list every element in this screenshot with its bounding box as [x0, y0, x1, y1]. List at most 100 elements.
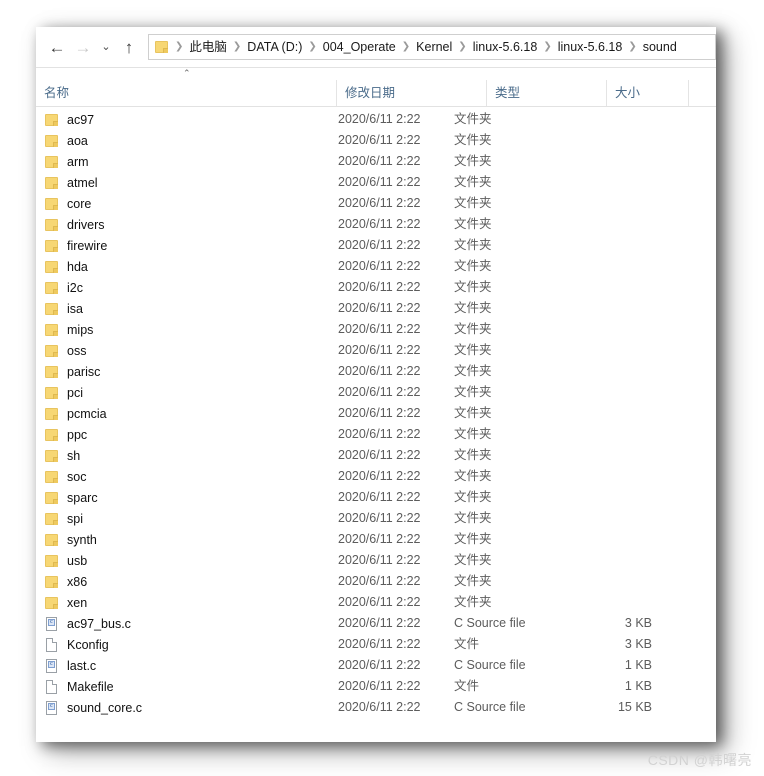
file-name-cell[interactable]: core: [44, 193, 91, 214]
column-header-5[interactable]: [688, 80, 716, 106]
file-name-cell[interactable]: atmel: [44, 172, 98, 193]
file-date-cell: 2020/6/11 2:22: [338, 553, 421, 567]
file-list-row[interactable]: sh 2020/6/11 2:22 文件夹: [36, 445, 716, 466]
file-name-label: i2c: [67, 280, 83, 295]
file-name-cell[interactable]: parisc: [44, 361, 100, 382]
file-list-row[interactable]: xen 2020/6/11 2:22 文件夹: [36, 592, 716, 613]
file-name-cell[interactable]: sh: [44, 445, 80, 466]
file-name-cell[interactable]: pci: [44, 382, 83, 403]
file-name-cell[interactable]: synth: [44, 529, 97, 550]
file-name-label: hda: [67, 259, 88, 274]
back-button[interactable]: ←: [44, 34, 70, 60]
file-list-row[interactable]: pcmcia 2020/6/11 2:22 文件夹: [36, 403, 716, 424]
up-button[interactable]: ↑: [116, 34, 142, 60]
file-name-cell[interactable]: sparc: [44, 487, 98, 508]
file-list-row[interactable]: x86 2020/6/11 2:22 文件夹: [36, 571, 716, 592]
address-bar[interactable]: ❯ 此电脑 ❯ DATA (D:) ❯ 004_Operate ❯ Kernel ❯ linux-…: [148, 34, 716, 60]
file-type-cell: 文件夹: [454, 364, 492, 378]
file-list-row[interactable]: c ac97_bus.c 2020/6/11 2:22 C Source file 3 …: [36, 613, 716, 634]
file-list-row[interactable]: mips 2020/6/11 2:22 文件夹: [36, 319, 716, 340]
forward-button[interactable]: →: [70, 34, 96, 60]
file-list-row[interactable]: oss 2020/6/11 2:22 文件夹: [36, 340, 716, 361]
file-list-row[interactable]: Kconfig 2020/6/11 2:22 文件 3 KB: [36, 634, 716, 655]
file-name-cell[interactable]: Kconfig: [44, 634, 109, 655]
file-list-row[interactable]: i2c 2020/6/11 2:22 文件夹: [36, 277, 716, 298]
file-name-cell[interactable]: oss: [44, 340, 86, 361]
file-type-cell: 文件: [454, 637, 480, 651]
file-name-cell[interactable]: mips: [44, 319, 93, 340]
file-name-cell[interactable]: pcmcia: [44, 403, 107, 424]
file-list-row[interactable]: core 2020/6/11 2:22 文件夹: [36, 193, 716, 214]
folder-icon: [44, 196, 60, 212]
file-name-cell[interactable]: c sound_core.c: [44, 697, 142, 718]
column-header-4[interactable]: 大小: [606, 80, 688, 106]
file-type-cell: 文件夹: [454, 385, 492, 399]
file-list[interactable]: ac97 2020/6/11 2:22 文件夹 aoa 2020/6/11 2:22 文件…: [36, 109, 716, 718]
file-name-cell[interactable]: aoa: [44, 130, 88, 151]
file-list-row[interactable]: soc 2020/6/11 2:22 文件夹: [36, 466, 716, 487]
recent-locations-button[interactable]: ⌄: [96, 34, 116, 60]
file-type-cell: 文件夹: [454, 217, 492, 231]
file-list-row[interactable]: c last.c 2020/6/11 2:22 C Source file 1 KB: [36, 655, 716, 676]
file-list-row[interactable]: c sound_core.c 2020/6/11 2:22 C Source file…: [36, 697, 716, 718]
file-name-cell[interactable]: Makefile: [44, 676, 114, 697]
breadcrumb-item-5[interactable]: linux-5.6.18: [470, 37, 541, 57]
file-name-cell[interactable]: ac97: [44, 109, 94, 130]
breadcrumb-item-1[interactable]: 此电脑: [186, 37, 230, 57]
file-name-cell[interactable]: isa: [44, 298, 83, 319]
file-name-cell[interactable]: arm: [44, 151, 89, 172]
file-list-row[interactable]: Makefile 2020/6/11 2:22 文件 1 KB: [36, 676, 716, 697]
breadcrumb-separator: ❯: [175, 41, 184, 52]
column-header-3[interactable]: 类型: [486, 80, 606, 106]
file-date-cell: 2020/6/11 2:22: [338, 238, 421, 252]
file-list-row[interactable]: arm 2020/6/11 2:22 文件夹: [36, 151, 716, 172]
file-list-row[interactable]: ac97 2020/6/11 2:22 文件夹: [36, 109, 716, 130]
column-header-1[interactable]: 名称: [36, 80, 336, 106]
file-list-row[interactable]: sparc 2020/6/11 2:22 文件夹: [36, 487, 716, 508]
breadcrumb-separator: ❯: [458, 41, 467, 52]
file-list-row[interactable]: atmel 2020/6/11 2:22 文件夹: [36, 172, 716, 193]
file-name-cell[interactable]: i2c: [44, 277, 83, 298]
file-size-cell: [556, 529, 652, 550]
file-name-cell[interactable]: usb: [44, 550, 87, 571]
file-name-cell[interactable]: c last.c: [44, 655, 96, 676]
file-list-row[interactable]: parisc 2020/6/11 2:22 文件夹: [36, 361, 716, 382]
file-type-cell: 文件夹: [454, 238, 492, 252]
file-date-cell: 2020/6/11 2:22: [338, 196, 421, 210]
file-list-row[interactable]: usb 2020/6/11 2:22 文件夹: [36, 550, 716, 571]
file-name-cell[interactable]: xen: [44, 592, 87, 613]
file-type-cell: 文件夹: [454, 532, 492, 546]
file-list-row[interactable]: spi 2020/6/11 2:22 文件夹: [36, 508, 716, 529]
file-list-row[interactable]: ppc 2020/6/11 2:22 文件夹: [36, 424, 716, 445]
file-list-row[interactable]: firewire 2020/6/11 2:22 文件夹: [36, 235, 716, 256]
file-name-cell[interactable]: hda: [44, 256, 88, 277]
breadcrumb-item-2[interactable]: DATA (D:): [244, 37, 305, 57]
file-type-cell: 文件夹: [454, 301, 492, 315]
breadcrumb-item-3[interactable]: 004_Operate: [320, 37, 399, 57]
breadcrumb-item-4[interactable]: Kernel: [413, 37, 455, 57]
file-list-row[interactable]: drivers 2020/6/11 2:22 文件夹: [36, 214, 716, 235]
file-type-cell: C Source file: [454, 700, 526, 714]
file-type-cell: 文件: [454, 679, 480, 693]
file-list-row[interactable]: pci 2020/6/11 2:22 文件夹: [36, 382, 716, 403]
column-header-2[interactable]: 修改日期: [336, 80, 486, 106]
file-name-label: ppc: [67, 427, 88, 442]
breadcrumb-item-6[interactable]: linux-5.6.18: [555, 37, 626, 57]
file-name-cell[interactable]: soc: [44, 466, 86, 487]
file-name-cell[interactable]: ppc: [44, 424, 87, 445]
breadcrumb-item-7[interactable]: sound: [640, 37, 680, 57]
csdn-watermark: CSDN @韩曙亮: [647, 752, 752, 768]
file-name-cell[interactable]: firewire: [44, 235, 107, 256]
file-list-row[interactable]: isa 2020/6/11 2:22 文件夹: [36, 298, 716, 319]
file-date-cell: 2020/6/11 2:22: [338, 322, 421, 336]
file-name-cell[interactable]: spi: [44, 508, 83, 529]
file-name-cell[interactable]: drivers: [44, 214, 105, 235]
file-list-row[interactable]: synth 2020/6/11 2:22 文件夹: [36, 529, 716, 550]
file-size-cell: [556, 361, 652, 382]
file-name-cell[interactable]: x86: [44, 571, 87, 592]
file-size-cell: 3 KB: [624, 616, 652, 630]
file-list-row[interactable]: hda 2020/6/11 2:22 文件夹: [36, 256, 716, 277]
file-list-row[interactable]: aoa 2020/6/11 2:22 文件夹: [36, 130, 716, 151]
file-size-cell: [556, 340, 652, 361]
file-name-cell[interactable]: c ac97_bus.c: [44, 613, 131, 634]
